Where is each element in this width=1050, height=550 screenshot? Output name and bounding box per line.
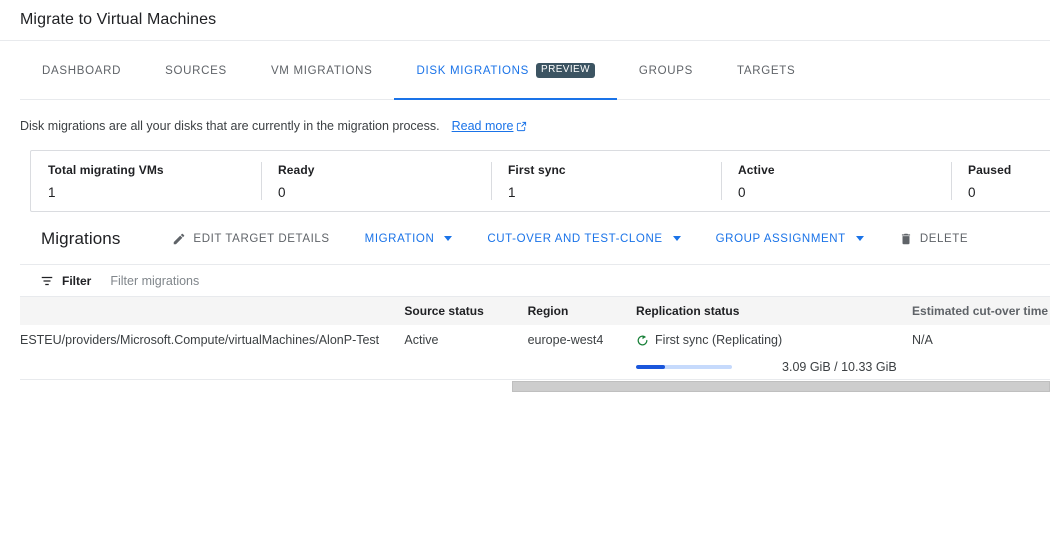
tab-dashboard[interactable]: DASHBOARD [20, 41, 143, 100]
filter-label: Filter [62, 274, 92, 288]
column-header-replication-status: Replication status [636, 304, 740, 318]
metric-value: 0 [278, 185, 286, 200]
column-header-estimated-cutover-time: Estimated cut-over time [912, 304, 1049, 318]
tab-label: VM MIGRATIONS [270, 64, 373, 77]
metric-first-sync: First sync 1 [491, 151, 721, 211]
tab-label: DISK MIGRATIONS [416, 64, 529, 77]
filter-icon[interactable] [40, 274, 54, 288]
metric-value: 1 [508, 185, 516, 200]
external-link-icon [517, 121, 527, 131]
metric-total-migrating-vms: Total migrating VMs 1 [31, 151, 261, 211]
progress-bar-fill [636, 365, 665, 369]
button-label: DELETE [919, 232, 969, 245]
filter-input[interactable] [108, 273, 429, 289]
group-assignment-menu-button[interactable]: GROUP ASSIGNMENT [708, 226, 872, 252]
tab-targets[interactable]: TARGETS [715, 41, 817, 100]
button-label: MIGRATION [364, 232, 435, 245]
scrollbar-thumb[interactable] [512, 381, 1050, 392]
tab-bar: DASHBOARD SOURCES VM MIGRATIONS DISK MIG… [0, 41, 1050, 100]
sync-circle-icon [637, 335, 648, 345]
tab-label: GROUPS [638, 64, 693, 77]
read-more-link[interactable]: Read more [452, 119, 528, 133]
metrics-card: Total migrating VMs 1 Ready 0 First sync… [30, 150, 1050, 212]
metric-paused: Paused 0 [951, 151, 1050, 211]
cell-estimated-cutover-time: N/A [912, 333, 933, 347]
cell-replication-status: First sync (Replicating) 3.09 GiB / 10.3… [636, 333, 912, 379]
tab-sources[interactable]: SOURCES [143, 41, 249, 100]
button-label: CUT-OVER AND TEST-CLONE [487, 232, 663, 245]
progress-text: 3.09 GiB / 10.33 GiB [782, 360, 897, 374]
cell-source-status: Active [404, 333, 439, 347]
pencil-icon [174, 233, 185, 244]
button-label: GROUP ASSIGNMENT [715, 232, 846, 245]
metric-value: 1 [48, 185, 56, 200]
migration-menu-button[interactable]: MIGRATION [357, 226, 461, 252]
progress-bar-track [636, 365, 733, 369]
replication-status-line: First sync (Replicating) [636, 333, 912, 347]
metric-active: Active 0 [721, 151, 951, 211]
tab-groups[interactable]: GROUPS [617, 41, 715, 100]
tab-label: TARGETS [736, 64, 796, 77]
page-title: Migrate to Virtual Machines [20, 11, 217, 28]
cell-migration-name: ESTEU/providers/Microsoft.Compute/virtua… [20, 333, 380, 347]
tab-disk-migrations[interactable]: DISK MIGRATIONS PREVIEW [394, 41, 618, 100]
delete-button[interactable]: DELETE [891, 225, 976, 253]
table-row[interactable]: ESTEU/providers/Microsoft.Compute/virtua… [20, 325, 1050, 380]
metric-value: 0 [738, 185, 746, 200]
metric-ready: Ready 0 [261, 151, 491, 211]
table-horizontal-scrollbar[interactable] [20, 380, 1050, 393]
cell-region: europe-west4 [527, 333, 604, 347]
page-header: Migrate to Virtual Machines [0, 0, 1050, 41]
migrations-toolbar: Migrations EDIT TARGET DETAILS MIGRATION… [20, 212, 1050, 265]
chevron-down-icon [855, 236, 864, 241]
edit-target-details-button[interactable]: EDIT TARGET DETAILS [164, 225, 337, 253]
column-header-region: Region [527, 304, 569, 318]
migrations-table: Source status Region Replication status … [20, 297, 1050, 380]
metric-label: First sync [508, 163, 566, 177]
metric-label: Paused [968, 163, 1012, 177]
filter-row: Filter [20, 265, 1050, 297]
chevron-down-icon [444, 236, 453, 241]
replication-status-text: First sync (Replicating) [655, 333, 783, 347]
metric-label: Ready [278, 163, 315, 177]
metric-label: Active [738, 163, 775, 177]
cut-over-and-test-clone-menu-button[interactable]: CUT-OVER AND TEST-CLONE [479, 226, 688, 252]
trash-icon [901, 233, 910, 244]
button-label: EDIT TARGET DETAILS [193, 232, 330, 245]
description-text: Disk migrations are all your disks that … [20, 119, 440, 133]
read-more-label: Read more [451, 119, 514, 133]
tab-vm-migrations[interactable]: VM MIGRATIONS [249, 41, 395, 100]
column-header-source-status: Source status [404, 304, 484, 318]
tab-label: SOURCES [165, 64, 227, 77]
replication-progress: 3.09 GiB / 10.33 GiB [636, 360, 912, 374]
description-row: Disk migrations are all your disks that … [0, 100, 1050, 133]
metric-value: 0 [968, 185, 976, 200]
chevron-down-icon [672, 236, 681, 241]
metric-label: Total migrating VMs [48, 163, 164, 177]
preview-badge: PREVIEW [536, 63, 595, 78]
table-header-row: Source status Region Replication status … [20, 297, 1050, 325]
tab-label: DASHBOARD [42, 64, 122, 77]
migrations-heading: Migrations [41, 228, 121, 248]
